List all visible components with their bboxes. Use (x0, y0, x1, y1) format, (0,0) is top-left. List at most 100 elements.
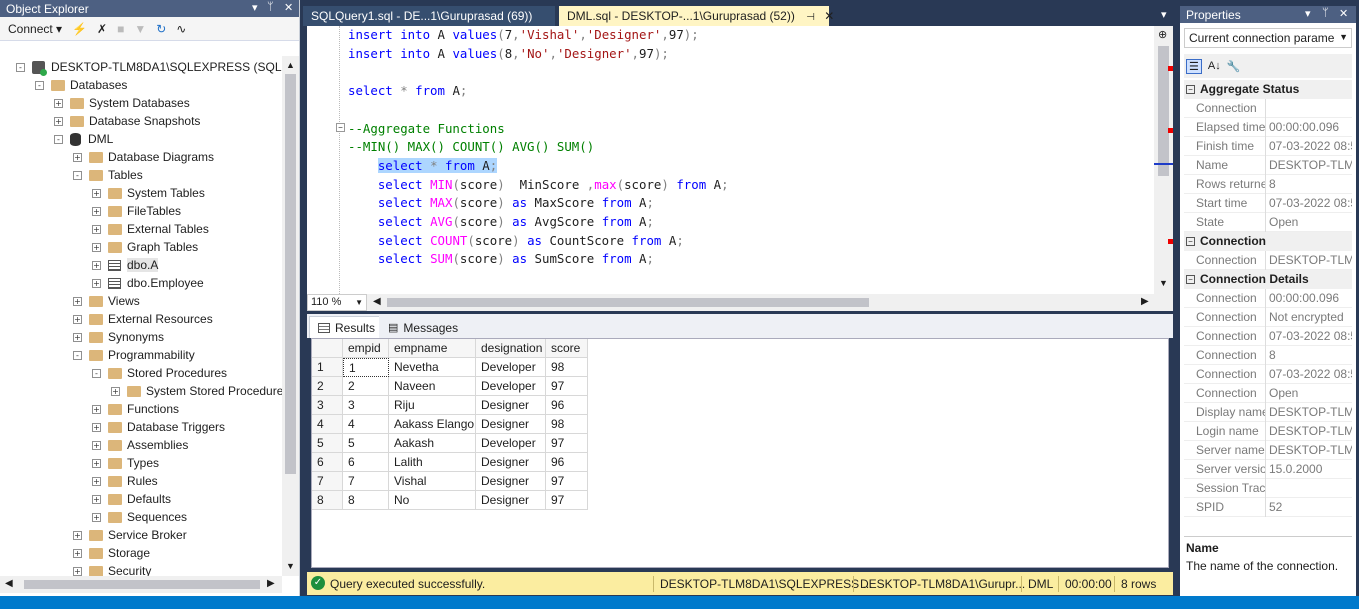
property-row[interactable]: Connection Not encrypted (1184, 307, 1352, 327)
property-category[interactable]: − Connection (1184, 232, 1352, 251)
tree-node[interactable]: + System Tables (92, 184, 205, 202)
collapse-icon[interactable]: − (1186, 85, 1195, 94)
tree-node[interactable]: + Functions (92, 400, 179, 418)
column-header[interactable]: empname (389, 339, 476, 358)
grid-cell[interactable]: Designer (476, 396, 546, 415)
tree-node[interactable]: + Views (73, 292, 140, 310)
grid-cell[interactable]: 97 (546, 472, 588, 491)
zoom-select[interactable]: 110 % ▼ (307, 294, 367, 311)
tree-node[interactable]: + Rules (92, 472, 158, 490)
row-number[interactable]: 1 (312, 358, 343, 377)
tree-node[interactable]: + System Stored Procedure (111, 382, 282, 400)
collapse-icon[interactable]: - (35, 80, 44, 90)
property-row[interactable]: Server nameDESKTOP-TLM8I (1184, 440, 1352, 460)
grid-cell[interactable]: Aakash (389, 434, 476, 453)
tree-node[interactable]: + System Databases (54, 94, 190, 112)
tree-node[interactable]: - Databases (35, 76, 127, 94)
property-row[interactable]: Elapsed time 00:00:00.096 (1184, 117, 1352, 137)
property-row[interactable]: Connection 8 (1184, 345, 1352, 365)
tab-dml[interactable]: DML.sql - DESKTOP-...1\Guruprasad (52)) … (559, 6, 834, 26)
expand-icon[interactable]: + (73, 530, 82, 540)
collapse-icon[interactable]: - (54, 134, 63, 144)
grid-cell[interactable]: Developer (476, 377, 546, 396)
collapse-icon[interactable]: - (92, 368, 101, 378)
collapse-icon[interactable]: − (1186, 275, 1195, 284)
expand-icon[interactable]: + (54, 98, 63, 108)
tree-node[interactable]: + Defaults (92, 490, 171, 508)
tree-node[interactable]: - DML (54, 130, 113, 148)
close-icon[interactable]: ✕ (284, 1, 293, 14)
query-editor[interactable]: − insert into A values(7,'Vishal','Desig… (307, 26, 1173, 294)
expand-icon[interactable]: + (92, 422, 101, 432)
property-row[interactable]: State Open (1184, 212, 1352, 232)
expand-icon[interactable]: + (92, 278, 101, 288)
expand-icon[interactable]: + (92, 512, 101, 522)
expand-icon[interactable]: + (73, 296, 82, 306)
grid-cell[interactable]: 8 (343, 491, 389, 510)
connect-plug-icon[interactable]: ⚡ (72, 22, 87, 36)
tree-node[interactable]: + Database Triggers (92, 418, 225, 436)
grid-cell[interactable]: 7 (343, 472, 389, 491)
pin-icon[interactable]: ⊣ (806, 12, 815, 23)
grid-cell[interactable]: 3 (343, 396, 389, 415)
close-tab-icon[interactable]: ✕ (824, 9, 834, 23)
tree-node[interactable]: - DESKTOP-TLM8DA1\SQLEXPRESS (SQL Serv (16, 58, 282, 76)
scroll-thumb[interactable] (387, 298, 869, 307)
categorized-icon[interactable]: ☰ (1186, 58, 1202, 74)
tree-node[interactable]: + Storage (73, 544, 150, 562)
refresh-icon[interactable]: ↻ (156, 22, 166, 36)
collapse-icon[interactable]: - (73, 170, 82, 180)
grid-cell[interactable]: Designer (476, 415, 546, 434)
expand-icon[interactable]: + (73, 152, 82, 162)
expand-icon[interactable]: + (92, 188, 101, 198)
property-row[interactable]: Server version 15.0.2000 (1184, 459, 1352, 479)
collapse-icon[interactable]: - (73, 350, 82, 360)
tree-node[interactable]: + Graph Tables (92, 238, 198, 256)
property-row[interactable]: Connection 00:00:00.096 (1184, 288, 1352, 308)
grid-cell[interactable]: 96 (546, 453, 588, 472)
property-category[interactable]: − Connection Details (1184, 270, 1352, 289)
grid-cell[interactable]: Naveen (389, 377, 476, 396)
scroll-up-icon[interactable]: ▲ (286, 60, 295, 70)
expand-icon[interactable]: + (92, 440, 101, 450)
grid-cell[interactable]: 4 (343, 415, 389, 434)
tree-node[interactable]: + External Resources (73, 310, 213, 328)
row-number[interactable]: 6 (312, 453, 343, 472)
collapse-icon[interactable]: - (16, 62, 25, 72)
row-number[interactable]: 7 (312, 472, 343, 491)
disconnect-icon[interactable]: ✗ (97, 22, 107, 36)
grid-cell[interactable]: Designer (476, 491, 546, 510)
tree-node[interactable]: + FileTables (92, 202, 181, 220)
expand-icon[interactable]: + (54, 116, 63, 126)
column-header[interactable]: empid (343, 339, 389, 358)
editor-vertical-scrollbar[interactable]: ⊕ ▼ (1154, 26, 1173, 294)
expand-icon[interactable]: + (73, 548, 82, 558)
horizontal-scrollbar[interactable]: ◀ ▶ (0, 576, 282, 593)
grid-cell[interactable]: Aakass Elango (389, 415, 476, 434)
property-row[interactable]: NameDESKTOP-TLM8I (1184, 155, 1352, 175)
tree-node[interactable]: + Database Diagrams (73, 148, 214, 166)
grid-cell[interactable]: No (389, 491, 476, 510)
expand-icon[interactable]: + (92, 242, 101, 252)
tree-node[interactable]: + dbo.Employee (92, 274, 204, 292)
row-number[interactable]: 5 (312, 434, 343, 453)
expand-icon[interactable]: + (73, 332, 82, 342)
object-selector[interactable]: Current connection parame ▼ (1184, 28, 1352, 48)
grid-cell[interactable]: 98 (546, 358, 588, 377)
scroll-thumb[interactable] (285, 74, 296, 474)
row-number[interactable]: 2 (312, 377, 343, 396)
tab-sqlquery1[interactable]: SQLQuery1.sql - DE...1\Guruprasad (69)) (303, 6, 555, 26)
tab-results[interactable]: Results (309, 316, 385, 338)
row-number[interactable]: 3 (312, 396, 343, 415)
tree-node[interactable]: + Assemblies (92, 436, 188, 454)
tree-node[interactable]: - Stored Procedures (92, 364, 227, 382)
expand-icon[interactable]: + (92, 458, 101, 468)
collapse-icon[interactable]: − (1186, 237, 1195, 246)
grid-cell[interactable]: 6 (343, 453, 389, 472)
scroll-left-icon[interactable]: ◀ (373, 296, 381, 307)
vertical-scrollbar[interactable]: ▲ ▼ (282, 56, 299, 576)
expand-icon[interactable]: + (92, 224, 101, 234)
grid-cell[interactable]: Lalith (389, 453, 476, 472)
expand-icon[interactable]: + (111, 386, 120, 396)
property-row[interactable]: Session Trac (1184, 478, 1352, 498)
